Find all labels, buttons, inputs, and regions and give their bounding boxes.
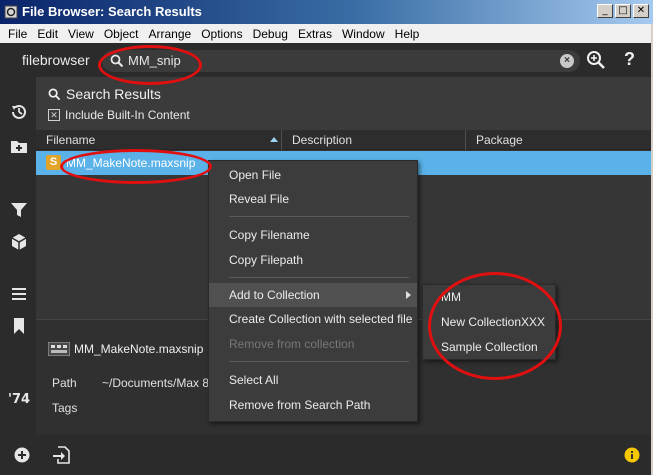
submenu-arrow-icon [406,291,411,299]
include-builtin-toggle[interactable]: ✕ Include Built-In Content [48,108,190,122]
menu-object[interactable]: Object [99,27,144,41]
column-filename[interactable]: Filename [46,133,95,147]
menu-item-copy-filename[interactable]: Copy Filename [209,223,417,247]
top-bar: filebrowser MM_snip × ? [0,43,653,77]
sort-ascending-icon [270,137,278,142]
menu-extras[interactable]: Extras [293,27,337,41]
max-logo-icon: '74 [8,392,30,407]
menu-file[interactable]: File [3,27,32,41]
info-icon[interactable] [624,447,640,463]
menu-options[interactable]: Options [196,27,247,41]
sidebar: '74 [0,77,36,475]
menu-view[interactable]: View [63,27,99,41]
app-icon [4,5,18,19]
title-bar: File Browser: Search Results _ □ ✕ [0,0,653,24]
import-icon[interactable] [52,446,70,464]
menu-arrange[interactable]: Arrange [144,27,197,41]
window-title: File Browser: Search Results [22,4,202,19]
menu-item-create-collection[interactable]: Create Collection with selected file [209,307,417,331]
path-value: ~/Documents/Max 8 [102,376,210,390]
menu-item-add-to-collection[interactable]: Add to Collection [209,283,417,307]
annotation-ellipse-submenu [428,272,562,380]
menu-edit[interactable]: Edit [32,27,63,41]
menu-item-remove-from-collection: Remove from collection [229,337,355,351]
column-divider[interactable] [465,130,466,150]
menu-separator [229,361,409,362]
results-title: Search Results [66,86,161,102]
history-icon[interactable] [10,103,28,121]
context-menu: Open File Reveal File Copy Filename Copy… [208,160,418,422]
menu-separator [229,216,409,217]
menu-item-open-file[interactable]: Open File [209,163,417,187]
maximize-button[interactable]: □ [615,4,631,18]
menu-separator [229,277,409,278]
snippet-file-icon: S [46,155,61,170]
results-header: Search Results ✕ Include Built-In Conten… [36,77,653,130]
zoom-in-icon[interactable] [586,50,606,70]
menu-help[interactable]: Help [390,27,425,41]
menu-window[interactable]: Window [337,27,390,41]
annotation-ellipse-search [98,45,202,85]
bookmark-icon[interactable] [10,317,28,335]
close-button[interactable]: ✕ [633,4,649,18]
column-divider[interactable] [281,130,282,150]
minimize-button[interactable]: _ [597,4,613,18]
filter-icon[interactable] [10,201,28,219]
tags-label: Tags [52,401,78,415]
column-description[interactable]: Description [292,133,352,147]
svg-text:'74: '74 [8,392,30,407]
menu-debug[interactable]: Debug [248,27,293,41]
include-builtin-checkbox[interactable]: ✕ [48,109,60,121]
add-icon[interactable] [14,447,30,463]
menu-item-copy-filepath[interactable]: Copy Filepath [209,248,417,272]
menu-item-select-all[interactable]: Select All [209,368,417,392]
menu-item-reveal-file[interactable]: Reveal File [209,187,417,211]
list-icon[interactable] [10,285,28,303]
menu-bar: File Edit View Object Arrange Options De… [0,24,653,43]
clear-icon[interactable]: × [560,54,574,68]
search-results-icon [48,88,61,101]
column-headers: Filename Description Package [36,130,653,150]
brand-label: filebrowser [22,52,90,68]
column-package[interactable]: Package [476,133,523,147]
menu-item-add-to-collection-label: Add to Collection [229,288,320,302]
add-folder-icon[interactable] [10,137,28,155]
bottom-bar [0,435,653,475]
menu-item-remove-from-search-path[interactable]: Remove from Search Path [209,393,417,417]
help-icon[interactable]: ? [624,49,635,70]
snippet-preview-icon [48,342,70,356]
annotation-ellipse-file [60,149,212,184]
package-icon[interactable] [10,233,28,251]
include-builtin-label: Include Built-In Content [65,108,190,122]
detail-filename: MM_MakeNote.maxsnip [74,342,204,356]
path-label: Path [52,376,77,390]
